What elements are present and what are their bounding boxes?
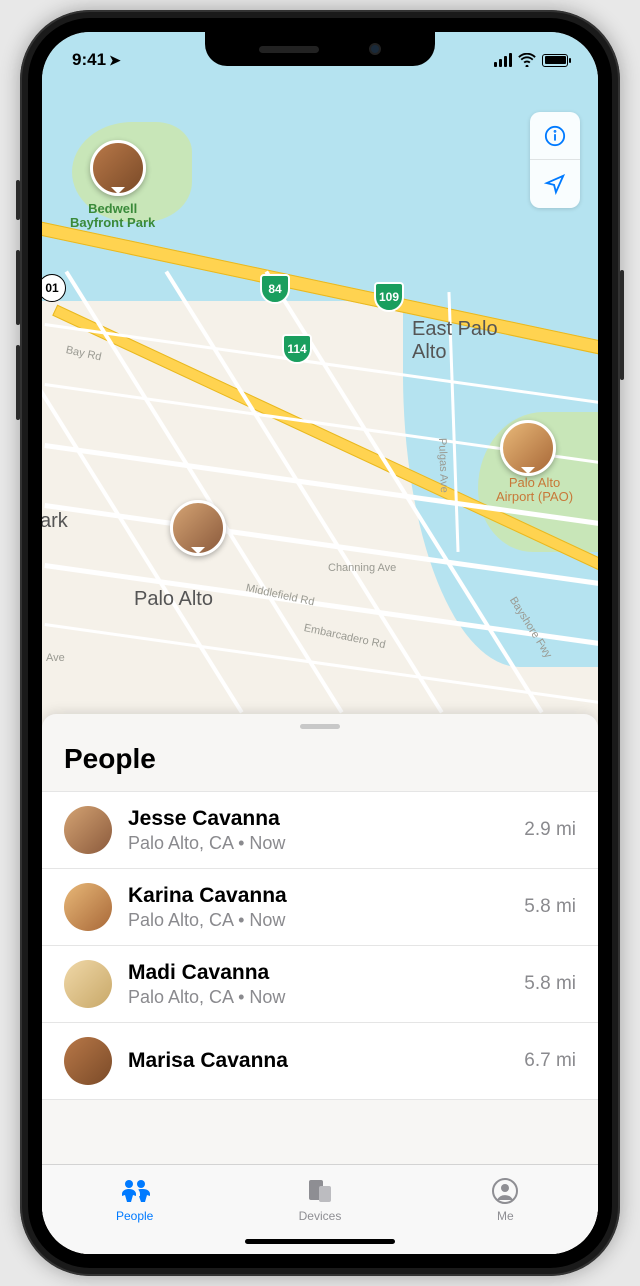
route-shield-114: 114 bbox=[282, 334, 312, 364]
map-label-east-palo-alto: East Palo Alto bbox=[412, 318, 498, 364]
sheet-title: People bbox=[42, 743, 598, 791]
wifi-icon bbox=[518, 53, 536, 67]
map-avatar-pin[interactable] bbox=[90, 140, 146, 196]
tab-label: Me bbox=[497, 1209, 514, 1223]
power-button bbox=[620, 270, 624, 380]
silent-switch bbox=[16, 180, 20, 220]
person-row[interactable]: Jesse Cavanna Palo Alto, CA • Now 2.9 mi bbox=[42, 791, 598, 869]
tab-people[interactable]: People bbox=[42, 1165, 227, 1234]
map-label-airport: Palo Alto Airport (PAO) bbox=[496, 476, 573, 505]
person-location: Palo Alto, CA • Now bbox=[128, 833, 508, 854]
person-distance: 5.8 mi bbox=[524, 973, 576, 995]
person-row[interactable]: Karina Cavanna Palo Alto, CA • Now 5.8 m… bbox=[42, 869, 598, 946]
phone-frame: 01 84 109 114 Bedwell Bayfront Park East… bbox=[20, 10, 620, 1276]
road-label-ave: Ave bbox=[46, 652, 65, 664]
map-avatar-pin[interactable] bbox=[500, 420, 556, 476]
people-sheet: People Jesse Cavanna Palo Alto, CA • Now… bbox=[42, 714, 598, 1254]
person-location: Palo Alto, CA • Now bbox=[128, 987, 508, 1008]
tab-label: Devices bbox=[299, 1209, 342, 1223]
person-name: Karina Cavanna bbox=[128, 883, 508, 909]
map-controls bbox=[530, 112, 580, 208]
person-location: Palo Alto, CA • Now bbox=[128, 910, 508, 931]
avatar bbox=[64, 960, 112, 1008]
volume-down-button bbox=[16, 345, 20, 420]
screen: 01 84 109 114 Bedwell Bayfront Park East… bbox=[42, 32, 598, 1254]
map-info-button[interactable] bbox=[530, 112, 580, 160]
person-distance: 6.7 mi bbox=[524, 1050, 576, 1072]
person-name: Marisa Cavanna bbox=[128, 1048, 508, 1074]
people-icon bbox=[118, 1176, 152, 1206]
route-shield-109: 109 bbox=[374, 282, 404, 312]
cellular-signal-icon bbox=[494, 53, 512, 67]
person-name: Madi Cavanna bbox=[128, 960, 508, 986]
person-row[interactable]: Marisa Cavanna 6.7 mi bbox=[42, 1023, 598, 1100]
person-distance: 5.8 mi bbox=[524, 896, 576, 918]
volume-up-button bbox=[16, 250, 20, 325]
avatar bbox=[64, 883, 112, 931]
route-shield-84: 84 bbox=[260, 274, 290, 304]
map-avatar-pin[interactable] bbox=[170, 500, 226, 556]
avatar bbox=[64, 1037, 112, 1085]
tab-me[interactable]: Me bbox=[413, 1165, 598, 1234]
road-label-channing: Channing Ave bbox=[328, 562, 396, 574]
map-label-palo-alto: Palo Alto bbox=[134, 588, 213, 611]
me-icon bbox=[492, 1176, 518, 1206]
map-label-park-partial: ark bbox=[42, 510, 68, 533]
location-services-icon: ➤ bbox=[109, 52, 121, 69]
devices-icon bbox=[305, 1176, 335, 1206]
battery-icon bbox=[542, 54, 568, 67]
map-label-park: Bedwell Bayfront Park bbox=[70, 202, 155, 231]
tab-devices[interactable]: Devices bbox=[227, 1165, 412, 1234]
person-distance: 2.9 mi bbox=[524, 819, 576, 841]
tab-label: People bbox=[116, 1209, 153, 1223]
person-row[interactable]: Madi Cavanna Palo Alto, CA • Now 5.8 mi bbox=[42, 946, 598, 1023]
home-indicator[interactable] bbox=[245, 1239, 395, 1244]
people-list: Jesse Cavanna Palo Alto, CA • Now 2.9 mi… bbox=[42, 791, 598, 1164]
road-label-pulgas: Pulgas Ave bbox=[436, 438, 450, 493]
map-locate-button[interactable] bbox=[530, 160, 580, 208]
notch bbox=[205, 32, 435, 66]
avatar bbox=[64, 806, 112, 854]
person-name: Jesse Cavanna bbox=[128, 806, 508, 832]
sheet-grabber[interactable] bbox=[300, 724, 340, 729]
status-time: 9:41 bbox=[72, 50, 106, 70]
